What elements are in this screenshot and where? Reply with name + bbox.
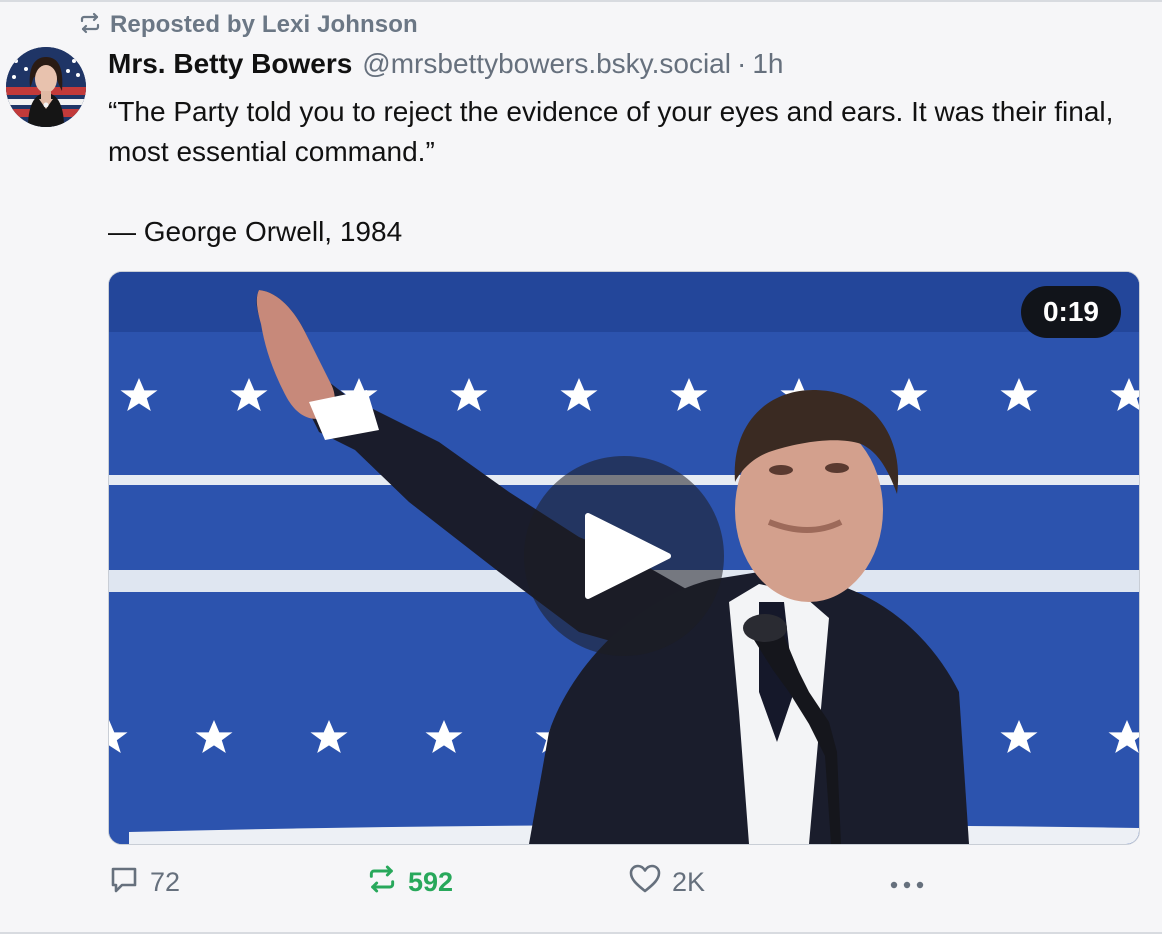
reply-count: 72: [150, 866, 181, 897]
post-text-quote: “The Party told you to reject the eviden…: [108, 96, 1114, 167]
post-time[interactable]: 1h: [752, 48, 783, 80]
more-button[interactable]: [888, 862, 926, 902]
repost-label[interactable]: Reposted by Lexi Johnson: [110, 11, 418, 39]
repost-button[interactable]: 592: [366, 862, 453, 902]
more-icon: [888, 867, 926, 898]
author-handle[interactable]: @mrsbettybowers.bsky.social: [362, 48, 731, 80]
action-bar: 72 592 2K: [108, 862, 1138, 902]
separator: ·: [736, 48, 747, 79]
reply-button[interactable]: 72: [108, 862, 180, 902]
play-button[interactable]: [524, 456, 724, 656]
like-button[interactable]: 2K: [628, 862, 705, 902]
like-count: 2K: [672, 866, 706, 897]
like-icon: [628, 863, 662, 902]
repost-count: 592: [408, 866, 454, 897]
video-player[interactable]: 0:19: [108, 271, 1140, 845]
divider: [0, 0, 1162, 2]
post-header: Mrs. Betty Bowers @mrsbettybowers.bsky.s…: [108, 48, 783, 88]
repost-icon: [366, 863, 398, 902]
author-name[interactable]: Mrs. Betty Bowers: [108, 48, 352, 80]
post-card[interactable]: Reposted by Lexi Johnson Mrs. Betty Bowe…: [0, 0, 1162, 934]
play-icon: [585, 513, 671, 599]
video-duration: 0:19: [1020, 286, 1121, 338]
repost-icon: [78, 11, 102, 40]
post-text: “The Party told you to reject the eviden…: [108, 92, 1138, 252]
avatar[interactable]: [6, 47, 86, 127]
repost-indicator[interactable]: Reposted by Lexi Johnson: [78, 8, 418, 42]
reply-icon: [108, 863, 140, 902]
post-text-attribution: — George Orwell, 1984: [108, 216, 403, 247]
